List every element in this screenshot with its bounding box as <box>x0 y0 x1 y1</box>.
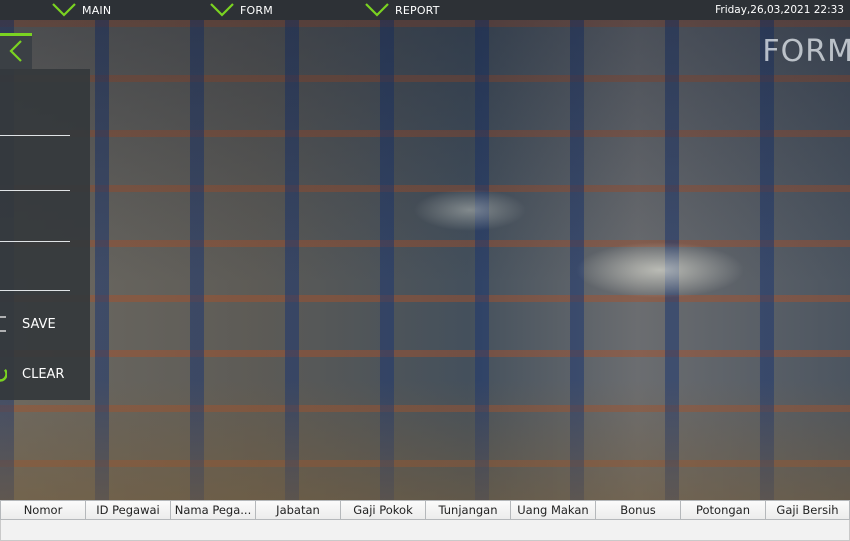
column-header[interactable]: Gaji Bersih <box>766 500 850 520</box>
input-field-3[interactable] <box>0 241 70 242</box>
nav-form-label: FORM <box>240 3 273 17</box>
clear-button-label: CLEAR <box>22 366 65 382</box>
column-header[interactable]: Jabatan <box>256 500 341 520</box>
datetime-display: Friday,26,03,2021 22:33 <box>715 4 844 16</box>
column-header[interactable]: Potongan <box>681 500 766 520</box>
input-field-4[interactable] <box>0 290 70 291</box>
save-button-label: SAVE <box>22 316 56 332</box>
top-nav-bar: MAIN FORM REPORT Friday,26,03,2021 22:33 <box>0 0 850 20</box>
column-header[interactable]: Bonus <box>596 500 681 520</box>
nav-report[interactable]: REPORT <box>363 0 440 20</box>
table-body[interactable] <box>0 520 850 541</box>
clear-button[interactable]: CLEAR <box>0 361 90 387</box>
background-image <box>0 20 850 500</box>
chevron-down-icon <box>208 1 236 19</box>
column-header[interactable]: ID Pegawai <box>86 500 171 520</box>
back-button[interactable] <box>0 33 32 69</box>
form-side-panel: SAVE CLEAR <box>0 69 90 400</box>
nav-form[interactable]: FORM <box>208 0 273 20</box>
column-header[interactable]: Gaji Pokok <box>341 500 426 520</box>
chevron-down-icon <box>363 1 391 19</box>
salary-table: Nomor ID Pegawai Nama Pega... Jabatan Ga… <box>0 500 850 541</box>
input-field-2[interactable] <box>0 190 70 191</box>
column-header[interactable]: Uang Makan <box>511 500 596 520</box>
save-button[interactable]: SAVE <box>0 311 90 337</box>
nav-main[interactable]: MAIN <box>50 0 111 20</box>
column-header[interactable]: Tunjangan <box>426 500 511 520</box>
clear-icon <box>0 364 14 384</box>
column-header[interactable]: Nama Pega... <box>171 500 256 520</box>
chevron-left-icon <box>8 39 24 67</box>
chevron-down-icon <box>50 1 78 19</box>
table-header: Nomor ID Pegawai Nama Pega... Jabatan Ga… <box>0 500 850 520</box>
save-icon <box>0 314 14 334</box>
nav-report-label: REPORT <box>395 3 440 17</box>
nav-main-label: MAIN <box>82 3 112 17</box>
column-header[interactable]: Nomor <box>0 500 86 520</box>
page-title-watermark: FORM <box>762 34 850 69</box>
input-field-1[interactable] <box>0 135 70 136</box>
